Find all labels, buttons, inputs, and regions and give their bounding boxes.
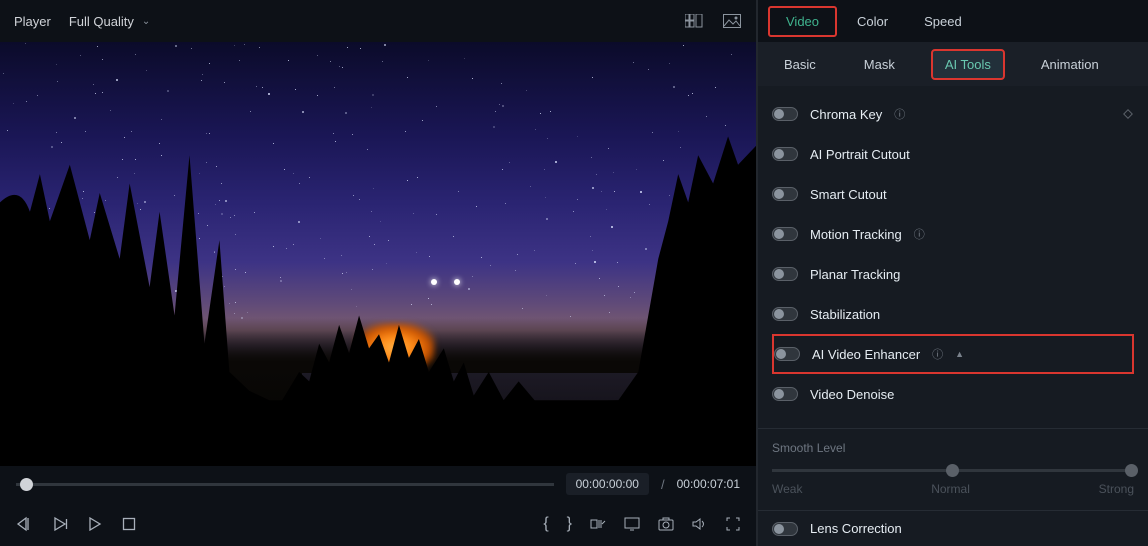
camera-icon[interactable] bbox=[658, 517, 674, 531]
player-panel: Player Full Quality ⌄ bbox=[0, 0, 758, 546]
tool-ai-video-enhancer: AI Video Enhancer ⓘ ▲ bbox=[772, 334, 1134, 374]
help-icon[interactable]: ⓘ bbox=[894, 106, 905, 122]
subtab-basic[interactable]: Basic bbox=[772, 51, 828, 78]
toggle-smart-cutout[interactable] bbox=[772, 187, 798, 201]
video-preview[interactable] bbox=[0, 42, 756, 466]
screen-icon[interactable] bbox=[624, 517, 640, 531]
tool-stabilization: Stabilization bbox=[772, 294, 1134, 334]
toggle-video-denoise[interactable] bbox=[772, 387, 798, 401]
subtab-mask[interactable]: Mask bbox=[852, 51, 907, 78]
chevron-down-icon: ⌄ bbox=[142, 16, 150, 27]
tool-label: Motion Tracking bbox=[810, 227, 902, 242]
properties-panel: Video Color Speed Basic Mask AI Tools An… bbox=[758, 0, 1148, 546]
tools-list: Chroma Key ⓘ AI Portrait Cutout Smart Cu… bbox=[758, 86, 1148, 428]
stop-icon[interactable] bbox=[122, 517, 136, 531]
play-simple-icon[interactable] bbox=[88, 517, 102, 531]
toggle-chroma-key[interactable] bbox=[772, 107, 798, 121]
tool-label: Lens Correction bbox=[810, 521, 902, 536]
diamond-icon[interactable] bbox=[1122, 108, 1134, 120]
player-top-bar: Player Full Quality ⌄ bbox=[0, 0, 756, 42]
collapse-caret-icon[interactable]: ▲ bbox=[955, 349, 964, 359]
main-tabs: Video Color Speed bbox=[758, 0, 1148, 42]
timecode-duration: 00:00:07:01 bbox=[677, 477, 740, 491]
quality-dropdown[interactable]: Full Quality ⌄ bbox=[69, 14, 150, 29]
play-icon[interactable] bbox=[52, 516, 68, 532]
tool-label: Planar Tracking bbox=[810, 267, 900, 282]
smooth-slider[interactable] bbox=[772, 469, 1134, 472]
tool-video-denoise: Video Denoise bbox=[772, 374, 1134, 414]
tool-label: Smart Cutout bbox=[810, 187, 887, 202]
timecode-current: 00:00:00:00 bbox=[566, 473, 649, 495]
tool-label: AI Portrait Cutout bbox=[810, 147, 910, 162]
timeline-bar: 00:00:00:00 / 00:00:07:01 bbox=[0, 466, 756, 502]
timecode-separator: / bbox=[661, 477, 665, 492]
tab-speed[interactable]: Speed bbox=[908, 8, 978, 35]
tab-color[interactable]: Color bbox=[841, 8, 904, 35]
help-icon[interactable]: ⓘ bbox=[932, 346, 943, 362]
toggle-motion-tracking[interactable] bbox=[772, 227, 798, 241]
player-label: Player bbox=[14, 14, 51, 29]
volume-icon[interactable] bbox=[692, 517, 708, 531]
marker-icon[interactable] bbox=[590, 517, 606, 531]
brace-open-icon[interactable]: { bbox=[543, 515, 548, 533]
smooth-section: Smooth Level Weak Normal Strong bbox=[758, 428, 1148, 510]
smooth-title: Smooth Level bbox=[772, 441, 1134, 455]
grid-icon[interactable] bbox=[684, 11, 704, 31]
fullscreen-icon[interactable] bbox=[726, 517, 740, 531]
toggle-ai-video-enhancer[interactable] bbox=[774, 347, 800, 361]
toggle-ai-portrait-cutout[interactable] bbox=[772, 147, 798, 161]
tool-lens-correction: Lens Correction bbox=[758, 510, 1148, 546]
toggle-planar-tracking[interactable] bbox=[772, 267, 798, 281]
playhead[interactable] bbox=[20, 478, 33, 491]
quality-label: Full Quality bbox=[69, 14, 134, 29]
tool-smart-cutout: Smart Cutout bbox=[772, 174, 1134, 214]
toggle-lens-correction[interactable] bbox=[772, 522, 798, 536]
slider-weak: Weak bbox=[772, 482, 802, 496]
image-icon[interactable] bbox=[722, 11, 742, 31]
step-back-icon[interactable] bbox=[16, 516, 32, 532]
tool-motion-tracking: Motion Tracking ⓘ bbox=[772, 214, 1134, 254]
slider-thumb[interactable] bbox=[946, 464, 959, 477]
subtab-ai-tools[interactable]: AI Tools bbox=[931, 49, 1005, 80]
toggle-stabilization[interactable] bbox=[772, 307, 798, 321]
controls-bar: { } bbox=[0, 502, 756, 546]
tool-chroma-key: Chroma Key ⓘ bbox=[772, 94, 1134, 134]
slider-strong: Strong bbox=[1099, 482, 1134, 496]
scrub-track[interactable] bbox=[16, 483, 554, 486]
brace-close-icon[interactable]: } bbox=[567, 515, 572, 533]
tool-label: Chroma Key bbox=[810, 107, 882, 122]
slider-thumb-end[interactable] bbox=[1125, 464, 1138, 477]
subtab-animation[interactable]: Animation bbox=[1029, 51, 1111, 78]
sub-tabs: Basic Mask AI Tools Animation bbox=[758, 42, 1148, 86]
slider-labels: Weak Normal Strong bbox=[772, 482, 1134, 496]
tool-label: Stabilization bbox=[810, 307, 880, 322]
tab-video[interactable]: Video bbox=[768, 6, 837, 37]
slider-normal: Normal bbox=[931, 482, 970, 496]
tool-label: Video Denoise bbox=[810, 387, 894, 402]
tool-ai-portrait-cutout: AI Portrait Cutout bbox=[772, 134, 1134, 174]
tool-planar-tracking: Planar Tracking bbox=[772, 254, 1134, 294]
help-icon[interactable]: ⓘ bbox=[914, 226, 925, 242]
tool-label: AI Video Enhancer bbox=[812, 347, 920, 362]
